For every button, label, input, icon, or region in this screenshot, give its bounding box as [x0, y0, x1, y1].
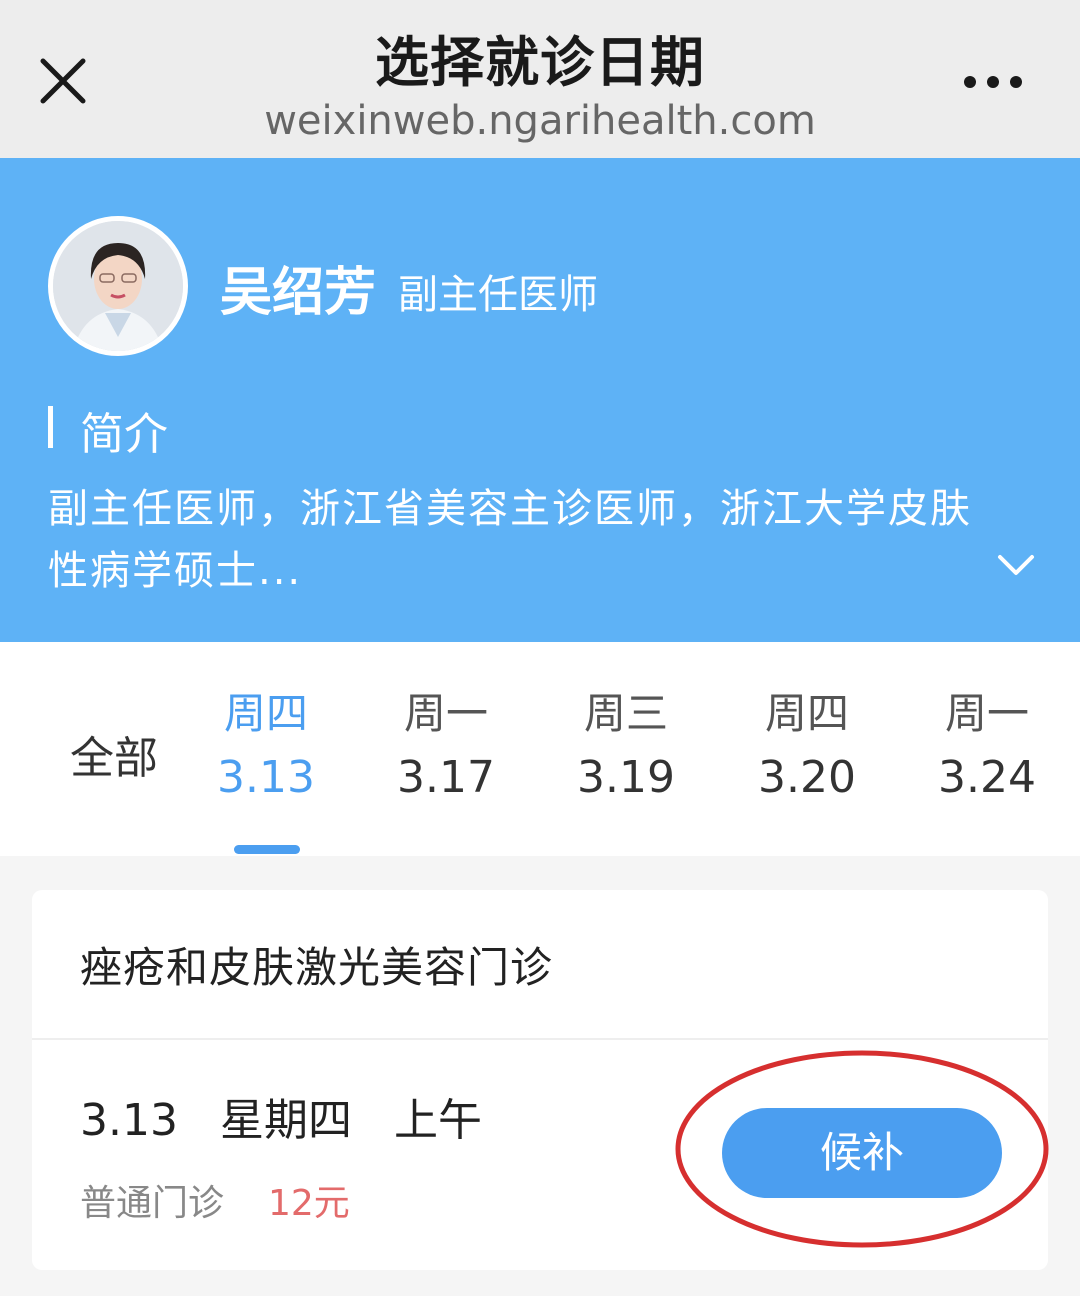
- doctor-avatar: [48, 216, 188, 356]
- page-title: 选择就诊日期: [375, 31, 705, 94]
- intro-marker: [48, 406, 53, 448]
- tab-date: 3.19: [577, 752, 675, 803]
- tab-date: 3.20: [758, 752, 856, 803]
- slot-info: 3.13 星期四 上午: [80, 1084, 524, 1148]
- tab-date: 3.24: [938, 752, 1036, 803]
- page-url: weixinweb.ngarihealth.com: [264, 98, 816, 144]
- tab-date: 3.17: [397, 752, 495, 803]
- slot-date: 3.13: [80, 1095, 178, 1146]
- intro-text: 副主任医师，浙江省美容主诊医师，浙江大学皮肤性病学硕士...: [48, 486, 972, 594]
- active-tab-indicator: [234, 845, 300, 854]
- tab-weekday: 周三: [583, 689, 668, 738]
- slot-price: 12元: [268, 1183, 350, 1224]
- tab-weekday: 周四: [223, 689, 308, 738]
- tab-all[interactable]: 全部: [70, 722, 158, 786]
- doctor-title: 副主任医师: [398, 272, 598, 318]
- slot-type: 普通门诊: [80, 1183, 225, 1224]
- date-tabs: 全部 周四 3.13 周一 3.17 周三 3.19 周四 3.20 周一 3.…: [0, 642, 1080, 856]
- more-icon[interactable]: [958, 62, 1028, 102]
- doctor-header: 吴绍芳 副主任医师 简介 副主任医师，浙江省美容主诊医师，浙江大学皮肤性病学硕士…: [0, 158, 1080, 642]
- chevron-down-icon[interactable]: [994, 550, 1038, 580]
- divider: [32, 1038, 1048, 1040]
- intro-label: 简介: [80, 409, 168, 460]
- tab-date-3-17[interactable]: 周一 3.17: [381, 686, 511, 814]
- tab-weekday: 周一: [944, 689, 1029, 738]
- tab-weekday: 周四: [764, 689, 849, 738]
- tab-date-3-24[interactable]: 周一 3.24: [922, 686, 1052, 814]
- clinic-name: 痤疮和皮肤激光美容门诊: [80, 943, 554, 992]
- slot-weekday: 星期四: [219, 1095, 352, 1146]
- tab-date-3-19[interactable]: 周三 3.19: [561, 686, 691, 814]
- slot-period: 上午: [393, 1095, 482, 1146]
- tab-date-3-20[interactable]: 周四 3.20: [742, 686, 872, 814]
- highlight-annotation: [672, 1046, 1052, 1252]
- doctor-name: 吴绍芳: [220, 263, 377, 323]
- tab-weekday: 周一: [403, 689, 488, 738]
- tab-date-3-13[interactable]: 周四 3.13: [201, 686, 331, 814]
- tab-date: 3.13: [217, 752, 315, 803]
- top-bar: 选择就诊日期 weixinweb.ngarihealth.com: [0, 0, 1080, 158]
